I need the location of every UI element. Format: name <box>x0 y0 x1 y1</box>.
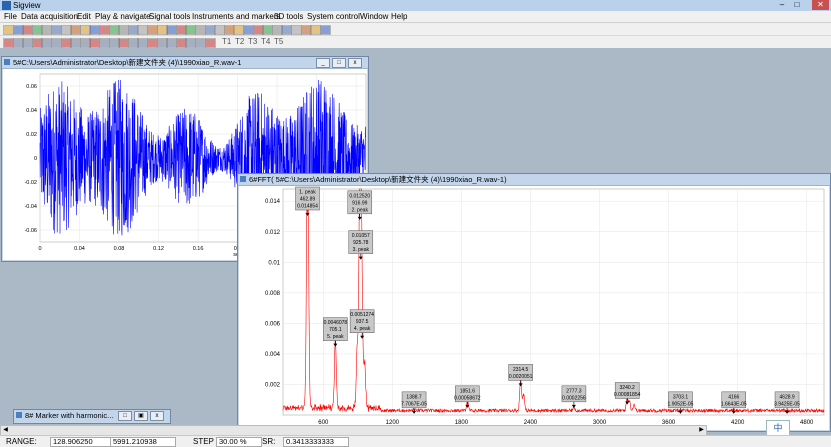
peak-label: 0.0002256 <box>562 395 586 401</box>
status-bar: RANGE: 128.906250 5991.210938 STEP 30.00… <box>0 435 831 447</box>
marker-window-titlebar[interactable]: 8# Marker with harmonic... □ ▣ x <box>14 410 170 422</box>
y-tick-label: 0.02 <box>26 132 37 138</box>
sr-label: SR: <box>262 437 276 446</box>
marker-window-minimized[interactable]: 8# Marker with harmonic... □ ▣ x <box>13 409 171 424</box>
peak-label: 2314.5 <box>513 367 529 373</box>
window-icon <box>240 176 246 182</box>
peak-label: 4166 <box>728 394 739 400</box>
scroll-left-icon[interactable]: ◀ <box>1 426 10 435</box>
y-tick-label: 0.01 <box>268 260 280 266</box>
y-tick-label: 0.006 <box>265 321 281 327</box>
minimize-icon[interactable]: – <box>775 0 789 10</box>
window-icon <box>16 412 22 418</box>
fft-window[interactable]: 6#FFT( 5#C:\Users\Administrator\Desktop\… <box>237 173 831 432</box>
range-label: RANGE: <box>6 437 37 446</box>
peak-label: 4628.9 <box>779 394 795 400</box>
y-tick-label: 0.014 <box>265 199 281 205</box>
track-t3-button[interactable]: T3 <box>248 37 257 47</box>
y-tick-label: 0.04 <box>26 108 37 114</box>
peak-label: 0.0020051 <box>509 374 533 380</box>
peak-label: 3.9425E-05 <box>774 401 800 407</box>
x-tick-label: 0 <box>38 246 41 252</box>
peak-label: 0.012520 <box>349 193 370 199</box>
analysis-button-icon[interactable] <box>204 38 216 48</box>
peak-label: 1.6643E-05 <box>721 401 747 407</box>
x-tick-label: 0.12 <box>153 246 164 252</box>
scroll-right-icon[interactable]: ▶ <box>697 426 706 435</box>
restore-icon[interactable]: □ <box>118 411 132 421</box>
peak-label: 0.01057 <box>352 233 370 239</box>
mdi-workspace: 5#C:\Users\Administrator\Desktop\新建文件夹 (… <box>0 48 831 432</box>
peak-label: 7.7067E-05 <box>401 401 427 407</box>
peak-label: 0.0051274 <box>350 312 374 318</box>
marker-window-title: 8# Marker with harmonic... <box>25 411 114 420</box>
signal-window-title: 5#C:\Users\Administrator\Desktop\新建文件夹 (… <box>13 58 242 67</box>
close-icon[interactable]: ✕ <box>812 0 829 10</box>
y-tick-label: 0.008 <box>265 291 281 297</box>
y-tick-label: 0.012 <box>265 230 281 236</box>
x-tick-label: 4800 <box>800 420 814 426</box>
peak-label: 3. peak <box>353 247 370 253</box>
peak-label: 925.78 <box>353 240 369 246</box>
x-tick-label: 0.04 <box>74 246 85 252</box>
peak-label: 1. peak <box>299 190 316 196</box>
restore-icon[interactable]: □ <box>790 0 804 10</box>
restore-icon[interactable]: □ <box>332 58 346 68</box>
peak-label: 0.014854 <box>297 204 318 210</box>
peak-label: 4. peak <box>354 326 371 332</box>
menu-play-navigate[interactable]: Play & navigate <box>95 11 151 22</box>
y-tick-label: 0.004 <box>265 352 281 358</box>
menu-signal-tools[interactable]: Signal tools <box>149 11 190 22</box>
fft-plot[interactable]: 0.0140.0120.010.0080.0060.0040.002600 120… <box>238 185 830 431</box>
x-tick-label: 4200 <box>731 420 745 426</box>
y-tick-label: 0.002 <box>265 382 281 388</box>
peak-label: 1388.7 <box>406 394 422 400</box>
app-icon <box>2 1 11 10</box>
y-tick-label: -0.04 <box>24 204 37 210</box>
peak-label: 2. peak <box>352 207 369 213</box>
menu-edit[interactable]: Edit <box>77 11 91 22</box>
app-title: Sigview <box>13 1 41 10</box>
peak-label: 0.00081854 <box>614 392 641 398</box>
track-t2-button[interactable]: T2 <box>235 37 244 47</box>
menu-bar: File Data acquisition Edit Play & naviga… <box>0 11 831 23</box>
toolbar-button-icon[interactable] <box>319 25 331 35</box>
peak-label: 916.99 <box>352 200 368 206</box>
fft-window-title: 6#FFT( 5#C:\Users\Administrator\Desktop\… <box>249 175 507 184</box>
peak-label: 0.00058672 <box>454 395 481 401</box>
peak-label: 0.0046078 <box>324 320 348 326</box>
track-t1-button[interactable]: T1 <box>222 37 231 47</box>
x-tick-label: 0.16 <box>193 246 204 252</box>
menu-3d-tools[interactable]: 3D tools <box>274 11 303 22</box>
menu-file[interactable]: File <box>4 11 17 22</box>
menu-help[interactable]: Help <box>391 11 407 22</box>
maximize-icon[interactable]: ▣ <box>134 411 148 421</box>
peak-label: 2777.3 <box>566 388 582 394</box>
peak-label: 705.1 <box>329 327 342 333</box>
close-icon[interactable]: x <box>348 58 362 68</box>
step-label: STEP <box>193 437 214 446</box>
menu-system-control[interactable]: System control <box>307 11 360 22</box>
close-icon[interactable]: x <box>150 411 164 421</box>
peak-label: 1.9052E-05 <box>668 401 694 407</box>
menu-instruments-markers[interactable]: Instruments and markers <box>192 11 280 22</box>
menu-window[interactable]: Window <box>360 11 388 22</box>
toolbar-main <box>0 23 831 36</box>
y-tick-label: -0.06 <box>24 228 37 234</box>
y-tick-label: -0.02 <box>24 180 37 186</box>
peak-label: 937.5 <box>356 319 369 325</box>
y-tick-label: 0.06 <box>26 84 37 90</box>
y-tick-label: 0 <box>34 156 37 162</box>
menu-data-acquisition[interactable]: Data acquisition <box>21 11 78 22</box>
track-t4-button[interactable]: T4 <box>261 37 270 47</box>
peak-label: 462.89 <box>300 197 316 203</box>
peak-label: 1851.6 <box>460 388 476 394</box>
peak-label: 5. peak <box>327 334 344 340</box>
minimize-icon[interactable]: _ <box>316 58 330 68</box>
peak-label: 3703.1 <box>673 394 689 400</box>
x-tick-label: 0.08 <box>114 246 125 252</box>
track-t5-button[interactable]: T5 <box>274 37 283 47</box>
window-icon <box>4 59 10 65</box>
peak-label: 3240.2 <box>620 385 636 391</box>
